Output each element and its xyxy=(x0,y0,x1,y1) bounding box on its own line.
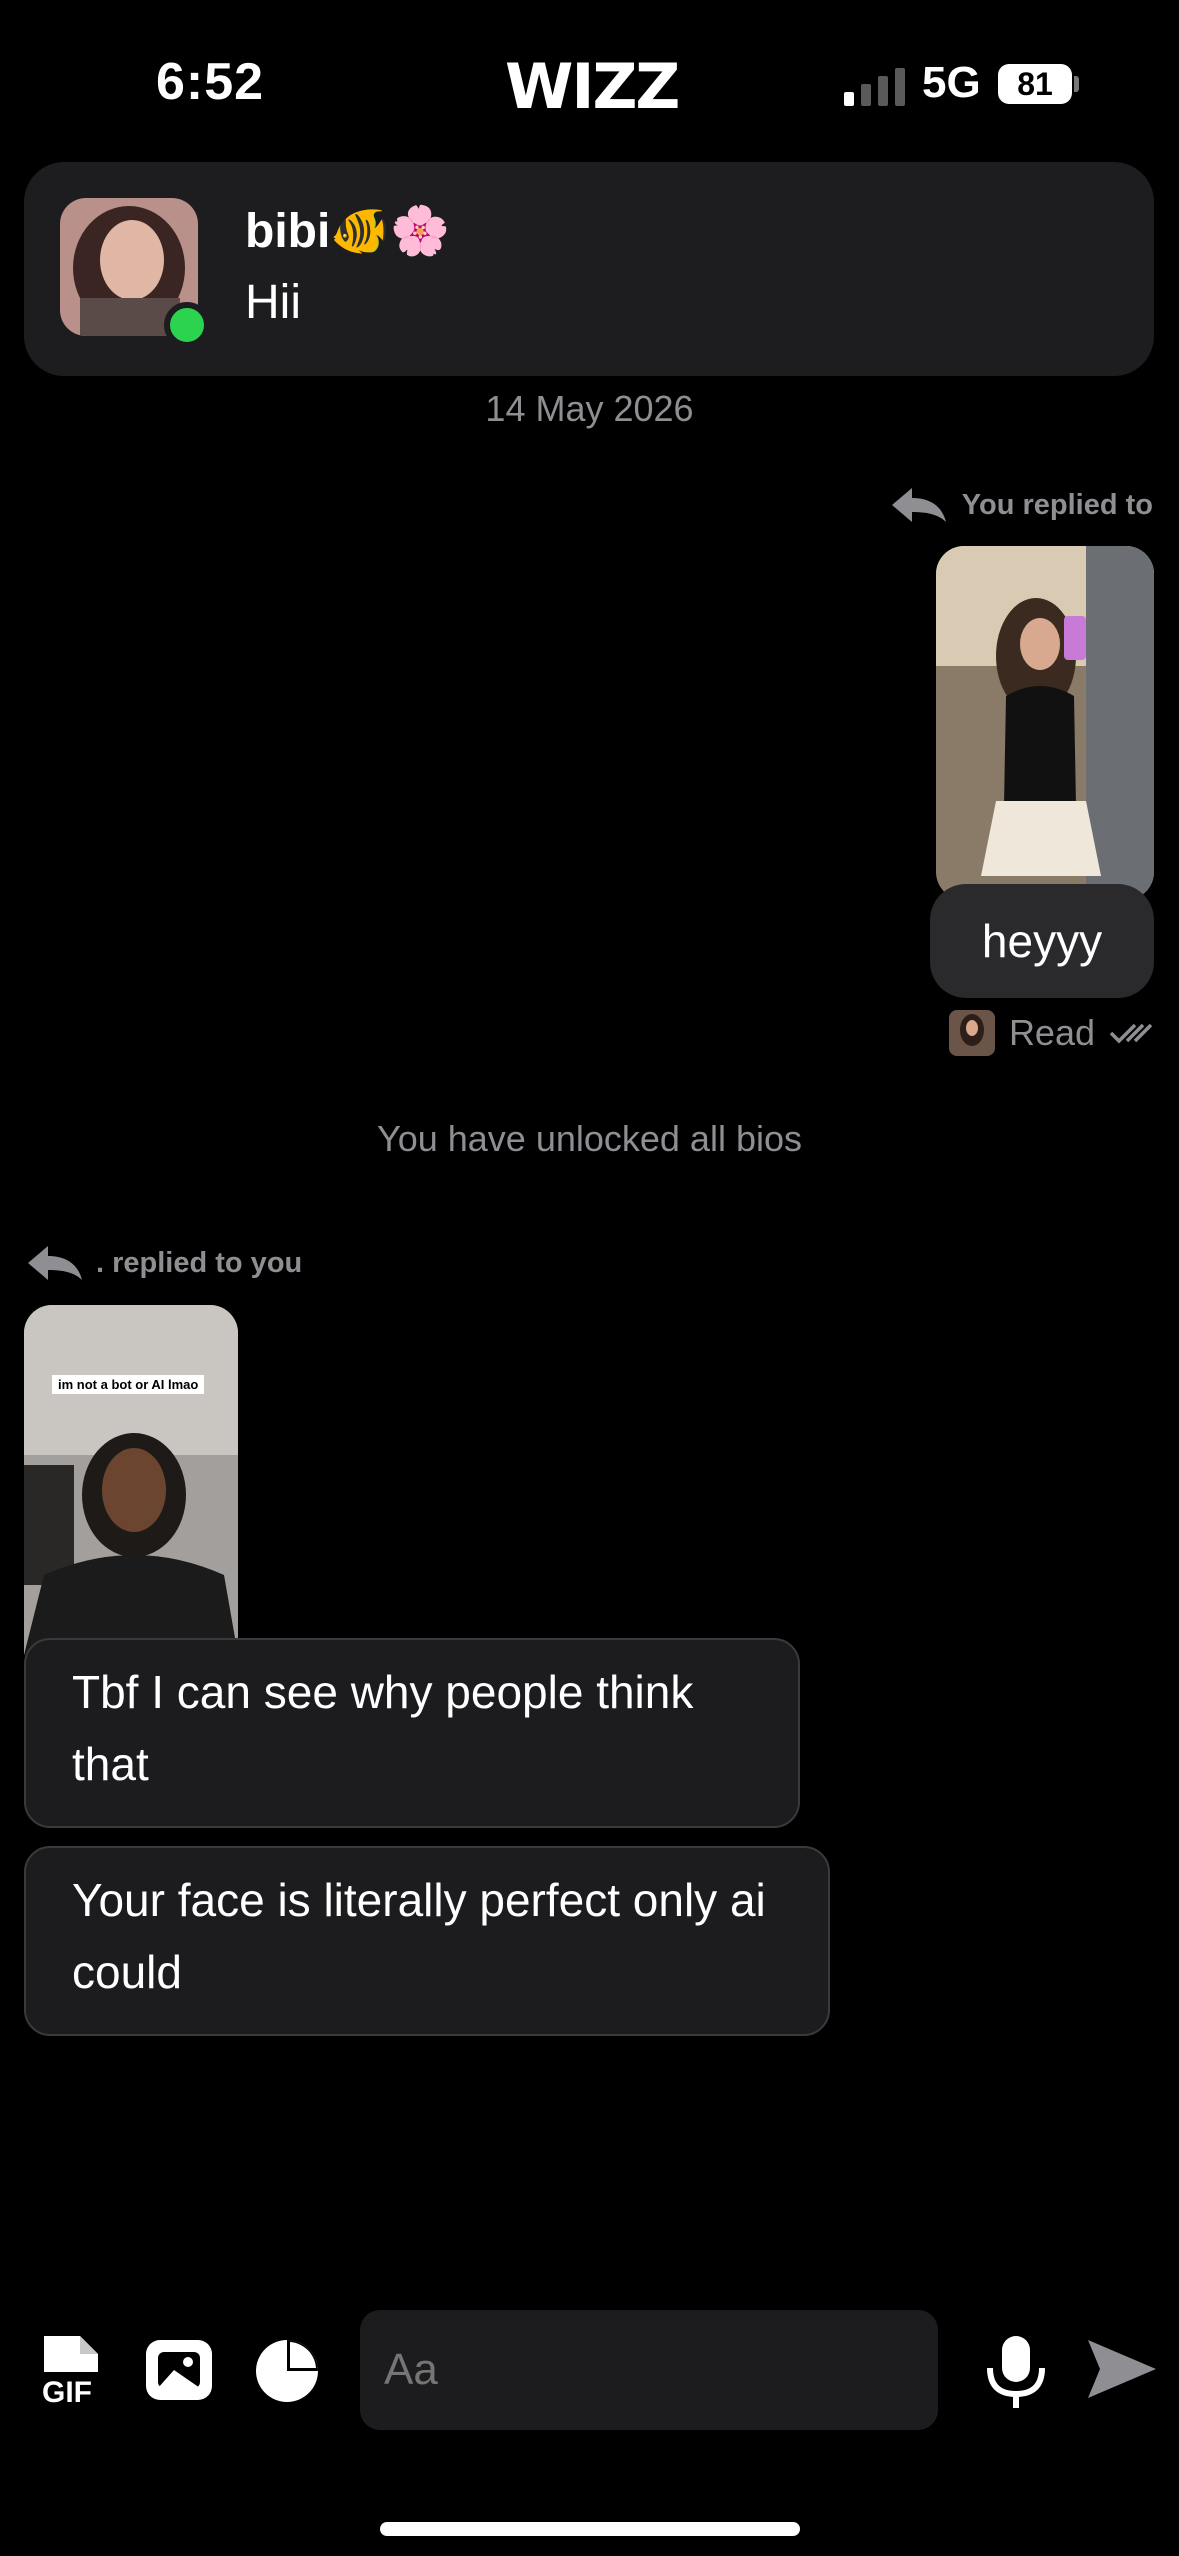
system-notice: You have unlocked all bios xyxy=(377,1118,802,1159)
outgoing-message-bubble[interactable]: heyyy xyxy=(930,884,1154,998)
read-avatar xyxy=(948,1010,995,1056)
sticker-icon[interactable] xyxy=(254,2338,320,2404)
gif-icon[interactable]: GIF xyxy=(40,2332,102,2404)
reply-arrow-icon xyxy=(891,488,946,522)
svg-text:GIF: GIF xyxy=(42,2376,92,2404)
outgoing-reply-label: You replied to xyxy=(890,486,1153,524)
reply-arrow-icon xyxy=(28,1246,82,1280)
read-receipt: Read xyxy=(948,1010,1153,1056)
network-type: 5G xyxy=(922,58,981,107)
double-check-icon xyxy=(1109,1023,1153,1044)
home-indicator xyxy=(380,2522,800,2536)
status-time: 6:52 xyxy=(156,53,265,111)
incoming-reply-text: . replied to you xyxy=(96,1246,303,1279)
incoming-reply-label: . replied to you xyxy=(26,1244,302,1282)
incoming-message-bubble[interactable]: Your face is literally perfect only ai c… xyxy=(24,1846,830,2036)
battery-tip xyxy=(1074,76,1079,92)
message-input[interactable] xyxy=(360,2310,938,2430)
photo-caption: im not a bot or AI lmao xyxy=(52,1375,205,1394)
contact-name[interactable]: bibi🐠🌸 xyxy=(245,202,450,259)
read-status-text: Read xyxy=(1008,1012,1095,1053)
date-separator: 14 May 2026 xyxy=(485,388,694,429)
outgoing-reply-text: You replied to xyxy=(961,488,1153,521)
signal-strength-icon xyxy=(844,64,905,106)
incoming-message-bubble[interactable]: Tbf I can see why people think that xyxy=(24,1638,800,1828)
send-icon[interactable] xyxy=(1086,2338,1158,2400)
microphone-icon[interactable] xyxy=(984,2334,1048,2410)
image-icon[interactable] xyxy=(144,2338,214,2402)
app-logo: WIZZ xyxy=(505,50,680,123)
replied-photo-incoming[interactable]: im not a bot or AI lmao xyxy=(24,1305,238,1655)
battery-level: 81 xyxy=(998,64,1072,104)
online-indicator xyxy=(164,302,210,348)
last-message-preview: Hii xyxy=(245,276,301,329)
replied-photo-outgoing[interactable] xyxy=(936,546,1154,900)
